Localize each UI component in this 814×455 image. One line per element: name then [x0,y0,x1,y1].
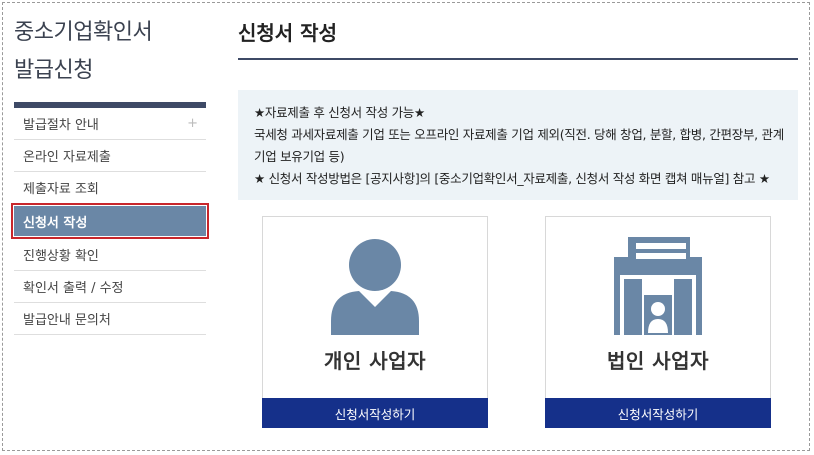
title-divider [238,58,798,60]
sidebar-item-issue-guide[interactable]: 발급절차 안내 + [14,108,206,140]
notice-line-1: ★자료제출 후 신청서 작성 가능★ [254,105,425,120]
business-type-cards: 개인 사업자 신청서작성하기 법인 사업자 신청서작성하기 [238,216,798,436]
page-title: 신청서 작성 [238,21,337,45]
sidebar-item-certificate-print[interactable]: 확인서 출력 / 수정 [14,271,206,303]
sidebar-item-application-write[interactable]: 신청서 작성 [11,203,209,239]
sidebar-item-progress-check[interactable]: 진행상황 확인 [14,239,206,271]
sidebar-item-label: 제출자료 조회 [23,182,99,197]
card-label: 법인 사업자 [607,349,709,373]
main-content: 신청서 작성 ★자료제출 후 신청서 작성 가능★ 국세청 과세자료제출 기업 … [238,14,798,436]
card-label: 개인 사업자 [324,349,426,373]
sidebar: 중소기업확인서 발급신청 발급절차 안내 + 온라인 자료제출 제출자료 조회 … [11,14,209,335]
expand-icon[interactable]: + [187,116,198,131]
notice-box: ★자료제출 후 신청서 작성 가능★ 국세청 과세자료제출 기업 또는 오프라인… [238,90,798,200]
sidebar-title-line2: 발급신청 [14,58,93,83]
person-icon [263,235,487,335]
sidebar-item-contact[interactable]: 발급안내 문의처 [14,303,206,335]
apply-corporate-button[interactable]: 신청서작성하기 [545,398,771,428]
notice-line-3: ★ 신청서 작성방법은 [공지사항]의 [중소기업확인서_자료제출, 신청서 작… [254,171,770,186]
sidebar-item-label: 진행상황 확인 [23,249,99,264]
sidebar-item-submission-lookup[interactable]: 제출자료 조회 [14,172,206,204]
sidebar-item-label: 신청서 작성 [23,215,88,231]
sidebar-item-label: 발급안내 문의처 [23,313,111,328]
apply-individual-button[interactable]: 신청서작성하기 [262,398,488,428]
sidebar-title: 중소기업확인서 발급신청 [14,14,206,90]
sidebar-item-label: 발급절차 안내 [23,118,99,133]
card-individual-business[interactable]: 개인 사업자 신청서작성하기 [262,216,488,428]
sidebar-title-line1: 중소기업확인서 [14,20,153,45]
sidebar-item-label: 온라인 자료제출 [23,150,111,165]
sidebar-item-online-submit[interactable]: 온라인 자료제출 [14,140,206,172]
building-icon [546,235,770,335]
sidebar-menu: 발급절차 안내 + 온라인 자료제출 제출자료 조회 신청서 작성 진행상황 확… [11,108,209,335]
card-corporate-business[interactable]: 법인 사업자 신청서작성하기 [545,216,771,428]
notice-line-2: 국세청 과세자료제출 기업 또는 오프라인 자료제출 기업 제외(직전. 당해 … [254,127,784,164]
sidebar-item-label: 확인서 출력 / 수정 [23,281,124,296]
